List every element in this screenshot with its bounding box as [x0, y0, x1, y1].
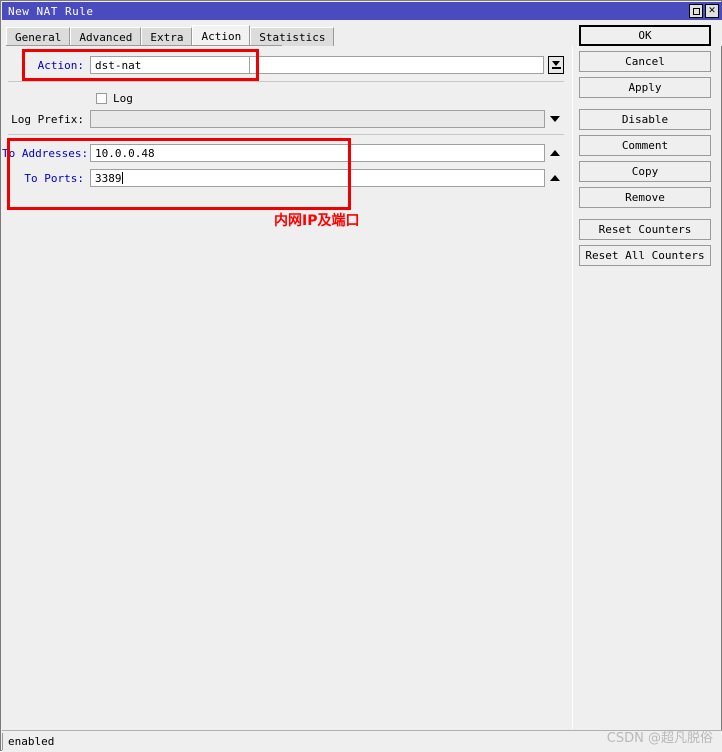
text-caret	[121, 172, 123, 184]
separator-2	[8, 134, 564, 135]
tab-general[interactable]: General	[6, 27, 71, 46]
disable-button-label: Disable	[621, 113, 669, 126]
to-addresses-row: To Addresses: 10.0.0.48	[2, 142, 572, 164]
disable-button[interactable]: Disable	[579, 109, 711, 130]
panel-divider	[572, 46, 579, 729]
window-title: New NAT Rule	[8, 4, 94, 18]
window-controls: ✕	[689, 4, 719, 18]
to-ports-row: To Ports: 3389	[2, 167, 572, 189]
annotation-label: 内网IP及端口	[274, 213, 360, 229]
to-addresses-input[interactable]: 10.0.0.48	[90, 144, 545, 162]
tab-advanced[interactable]: Advanced	[70, 27, 142, 46]
copy-button-label: Copy	[631, 165, 659, 178]
action-input[interactable]: dst-nat	[90, 56, 250, 74]
window-titlebar[interactable]: New NAT Rule ✕	[2, 2, 722, 20]
reset-counters-button[interactable]: Reset Counters	[579, 219, 711, 240]
remove-button[interactable]: Remove	[579, 187, 711, 208]
tab-extra-label: Extra	[150, 30, 184, 44]
log-label: Log	[113, 91, 133, 105]
action-form-panel: Action: dst-nat Log Log Prefix: To Addre…	[2, 46, 573, 729]
action-row: Action: dst-nat	[2, 54, 572, 76]
ok-button[interactable]: OK	[579, 25, 711, 46]
tab-extra[interactable]: Extra	[141, 27, 193, 46]
nat-rule-window: New NAT Rule ✕ General Advanced Extra Ac…	[0, 0, 722, 752]
to-ports-input[interactable]: 3389	[90, 169, 545, 187]
close-icon[interactable]: ✕	[705, 4, 719, 18]
apply-button-label: Apply	[628, 81, 662, 94]
to-addresses-expand-icon[interactable]	[545, 150, 565, 156]
copy-button[interactable]: Copy	[579, 161, 711, 182]
to-ports-expand-icon[interactable]	[545, 175, 565, 181]
status-divider	[2, 733, 3, 750]
reset-all-counters-button-label: Reset All Counters	[585, 249, 705, 262]
remove-button-label: Remove	[625, 191, 665, 204]
to-ports-value: 3389	[95, 171, 122, 185]
status-text: enabled	[8, 735, 55, 748]
tab-advanced-label: Advanced	[79, 30, 133, 44]
action-button-panel: OK Cancel Apply Disable Comment Copy Rem…	[579, 25, 715, 271]
separator-1	[8, 81, 564, 82]
log-row: Log	[2, 87, 572, 109]
watermark: CSDN @超凡脱俗	[606, 731, 713, 746]
comment-button[interactable]: Comment	[579, 135, 711, 156]
action-input-extension[interactable]	[250, 56, 544, 74]
reset-all-counters-button[interactable]: Reset All Counters	[579, 245, 711, 266]
action-label: Action:	[37, 58, 84, 72]
log-prefix-dropdown-icon[interactable]	[545, 116, 565, 122]
tab-statistics[interactable]: Statistics	[250, 27, 335, 46]
ok-button-label: OK	[638, 29, 652, 42]
reset-counters-button-label: Reset Counters	[598, 223, 692, 236]
action-dropdown-icon[interactable]	[548, 56, 564, 74]
maximize-icon[interactable]	[689, 4, 703, 18]
cancel-button[interactable]: Cancel	[579, 51, 711, 72]
log-prefix-input[interactable]	[90, 110, 545, 128]
tab-general-label: General	[15, 30, 62, 44]
tab-action-label: Action	[201, 29, 242, 43]
log-prefix-label: Log Prefix:	[11, 112, 84, 126]
apply-button[interactable]: Apply	[579, 77, 711, 98]
log-checkbox[interactable]	[96, 92, 107, 104]
to-addresses-label: To Addresses:	[2, 146, 89, 160]
log-prefix-row: Log Prefix:	[2, 108, 572, 130]
cancel-button-label: Cancel	[625, 55, 665, 68]
tab-statistics-label: Statistics	[259, 30, 326, 44]
comment-button-label: Comment	[621, 139, 669, 152]
to-ports-label: To Ports:	[24, 171, 84, 185]
tab-action[interactable]: Action	[192, 25, 251, 46]
